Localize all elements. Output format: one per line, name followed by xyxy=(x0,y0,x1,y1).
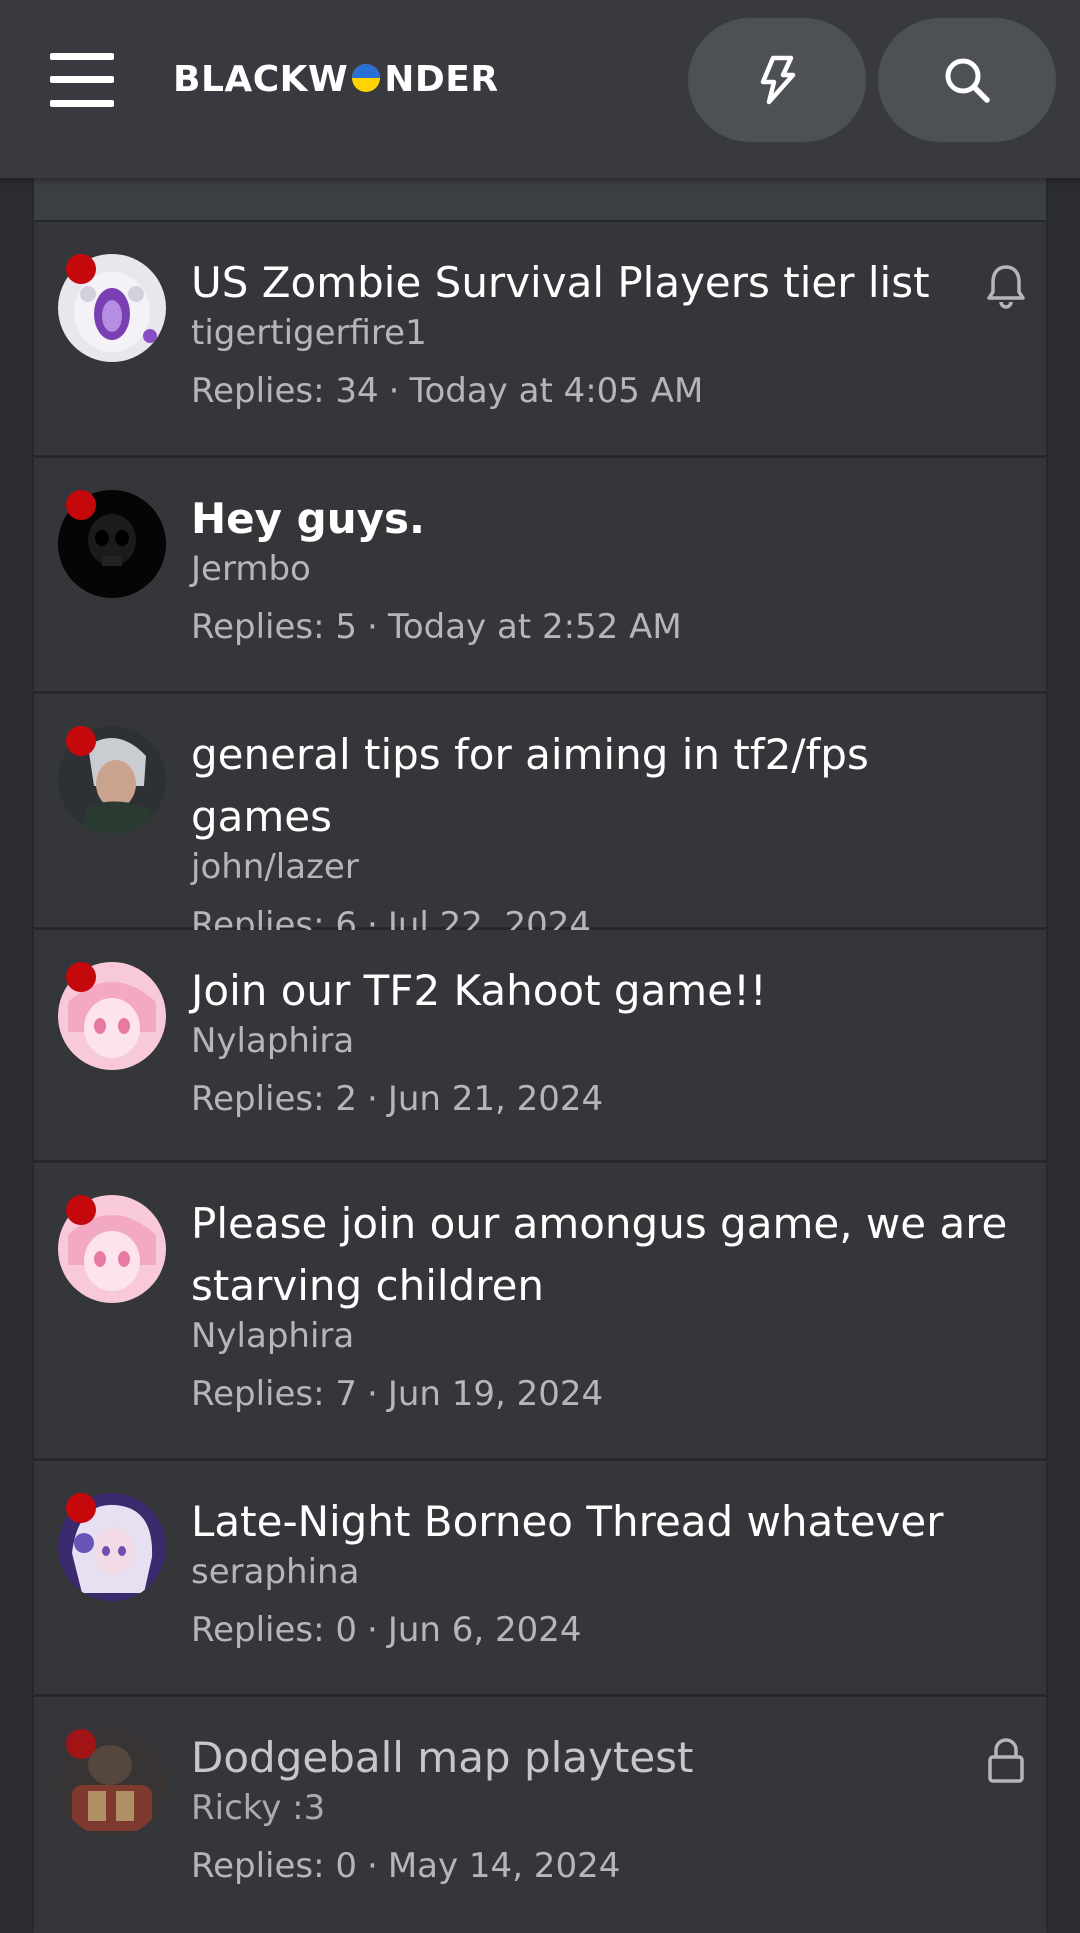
reply-count: Replies: 7 xyxy=(191,1374,358,1414)
last-post-date[interactable]: Jun 21, 2024 xyxy=(388,1079,603,1119)
lightning-icon xyxy=(760,55,796,105)
unread-indicator xyxy=(66,962,96,992)
thread-item[interactable]: Dodgeball map playtest Ricky :3 Replies:… xyxy=(34,1697,1046,1933)
site-logo[interactable]: BLACKW NDER xyxy=(173,56,499,104)
reply-count: Replies: 0 xyxy=(191,1846,358,1886)
thread-title[interactable]: US Zombie Survival Players tier list xyxy=(191,252,1016,314)
thread-author[interactable]: tigertigerfire1 xyxy=(191,308,1016,358)
thread-title[interactable]: Dodgeball map playtest xyxy=(191,1727,1016,1789)
thread-title[interactable]: Join our TF2 Kahoot game!! xyxy=(191,960,1016,1022)
thread-item[interactable]: Please join our amongus game, we are sta… xyxy=(34,1163,1046,1461)
thread-title[interactable]: Hey guys. xyxy=(191,488,1016,550)
unread-indicator xyxy=(66,726,96,756)
logo-text-start: BLACKW xyxy=(173,59,349,100)
last-post-date[interactable]: Jun 19, 2024 xyxy=(388,1374,603,1414)
search-icon xyxy=(945,58,990,103)
thread-item[interactable]: Join our TF2 Kahoot game!! Nylaphira Rep… xyxy=(34,930,1046,1163)
unread-indicator xyxy=(66,1729,96,1759)
ukraine-flag-logo-o xyxy=(349,63,383,93)
reply-count: Replies: 0 xyxy=(191,1610,358,1650)
thread-author[interactable]: Nylaphira xyxy=(191,1311,1016,1361)
last-post-date[interactable]: Today at 4:05 AM xyxy=(409,371,703,411)
thread-title[interactable]: general tips for aiming in tf2/fps games xyxy=(191,724,1016,848)
list-header-bar xyxy=(34,178,1046,222)
thread-meta: Replies: 7 · Jun 19, 2024 xyxy=(191,1374,604,1414)
reply-count: Replies: 2 xyxy=(191,1079,358,1119)
thread-title[interactable]: Late-Night Borneo Thread whatever xyxy=(191,1491,1016,1553)
menu-icon[interactable] xyxy=(50,53,114,107)
unread-indicator xyxy=(66,254,96,284)
thread-item[interactable]: US Zombie Survival Players tier list tig… xyxy=(34,222,1046,458)
thread-author[interactable]: john/lazer xyxy=(191,842,1016,892)
thread-author[interactable]: Nylaphira xyxy=(191,1016,1016,1066)
last-post-date[interactable]: Jun 6, 2024 xyxy=(388,1610,582,1650)
thread-meta: Replies: 0 · Jun 6, 2024 xyxy=(191,1610,582,1650)
logo-text-end: NDER xyxy=(384,59,499,100)
reply-count: Replies: 5 xyxy=(191,607,358,647)
search-button[interactable] xyxy=(878,18,1056,142)
thread-item[interactable]: Hey guys. Jermbo Replies: 5 · Today at 2:5… xyxy=(34,458,1046,694)
thread-meta: Replies: 0 · May 14, 2024 xyxy=(191,1846,621,1886)
unread-indicator xyxy=(66,1493,96,1523)
thread-meta: Replies: 2 · Jun 21, 2024 xyxy=(191,1079,604,1119)
last-post-date[interactable]: May 14, 2024 xyxy=(388,1846,621,1886)
whats-new-button[interactable] xyxy=(688,18,866,142)
thread-list: US Zombie Survival Players tier list tig… xyxy=(32,178,1048,1933)
thread-item[interactable]: general tips for aiming in tf2/fps games… xyxy=(34,694,1046,945)
bell-icon xyxy=(987,265,1025,309)
lock-icon xyxy=(988,1738,1024,1783)
thread-item[interactable]: Late-Night Borneo Thread whatever seraph… xyxy=(34,1461,1046,1697)
thread-author[interactable]: seraphina xyxy=(191,1547,1016,1597)
thread-meta: Replies: 34 · Today at 4:05 AM xyxy=(191,371,704,411)
thread-title[interactable]: Please join our amongus game, we are sta… xyxy=(191,1193,1016,1317)
site-header: BLACKW NDER xyxy=(0,0,1080,178)
thread-author[interactable]: Jermbo xyxy=(191,544,1016,594)
thread-author[interactable]: Ricky :3 xyxy=(191,1783,1016,1833)
thread-meta: Replies: 5 · Today at 2:52 AM xyxy=(191,607,682,647)
unread-indicator xyxy=(66,1195,96,1225)
reply-count: Replies: 34 xyxy=(191,371,379,411)
last-post-date[interactable]: Today at 2:52 AM xyxy=(388,607,682,647)
unread-indicator xyxy=(66,490,96,520)
